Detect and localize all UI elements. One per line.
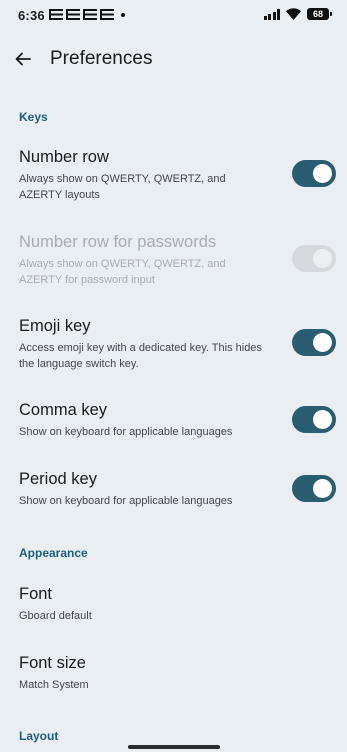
pref-summary: Always show on QWERTY, QWERTZ, and AZERT… [19,173,226,201]
back-button[interactable] [6,42,40,76]
toggle-thumb [313,333,332,352]
pref-summary: Gboard default [19,610,92,622]
signal-icon [263,8,280,20]
pref-emoji-key[interactable]: Emoji key Access emoji key with a dedica… [0,317,347,379]
e-icon [66,9,80,20]
pref-summary: Show on keyboard for applicable language… [19,495,233,507]
pref-title: Number row [19,148,109,166]
pref-summary: Access emoji key with a dedicated key. T… [19,342,262,370]
pref-title: Number row for passwords [19,233,217,251]
toggle-thumb [313,410,332,429]
status-time: 6:36 [18,8,45,23]
notification-icons [49,9,125,20]
page-title: Preferences [50,48,153,69]
pref-title: Font [19,585,53,603]
arrow-back-icon [15,52,31,66]
emoji-key-toggle[interactable] [292,329,336,356]
e-icon [100,9,114,20]
e-icon [49,9,63,20]
pref-font-size[interactable]: Font size Match System [0,654,347,700]
comma-key-toggle[interactable] [292,406,336,433]
toggle-thumb [313,249,332,268]
pref-summary: Always show on QWERTY, QWERTZ, and AZERT… [19,258,226,286]
period-key-toggle[interactable] [292,475,336,502]
toggle-thumb [313,479,332,498]
battery-icon: 68 [307,8,332,20]
preferences-screen: 6:36 68 Preferences Keys Number row Alwa… [0,0,347,752]
app-bar: Preferences [0,34,347,86]
pref-title: Comma key [19,401,108,419]
number-row-passwords-toggle [292,245,336,272]
pref-summary: Match System [19,679,89,691]
dot-icon [121,12,125,17]
status-bar: 6:36 68 [0,0,347,30]
section-header-appearance: Appearance [19,546,88,560]
pref-period-key[interactable]: Period key Show on keyboard for applicab… [0,470,347,516]
pref-title: Period key [19,470,97,488]
section-header-keys: Keys [19,110,48,124]
pref-number-row-passwords: Number row for passwords Always show on … [0,233,347,295]
e-icon [83,9,97,20]
wifi-icon [286,8,301,20]
number-row-toggle[interactable] [292,160,336,187]
status-right: 68 [263,8,332,20]
toggle-thumb [313,164,332,183]
pref-title: Emoji key [19,317,91,335]
pref-comma-key[interactable]: Comma key Show on keyboard for applicabl… [0,401,347,447]
pref-summary: Show on keyboard for applicable language… [19,426,233,438]
section-header-layout: Layout [19,729,59,743]
pref-title: Font size [19,654,86,672]
pref-font[interactable]: Font Gboard default [0,585,347,631]
home-indicator[interactable] [128,745,220,749]
pref-number-row[interactable]: Number row Always show on QWERTY, QWERTZ… [0,148,347,210]
